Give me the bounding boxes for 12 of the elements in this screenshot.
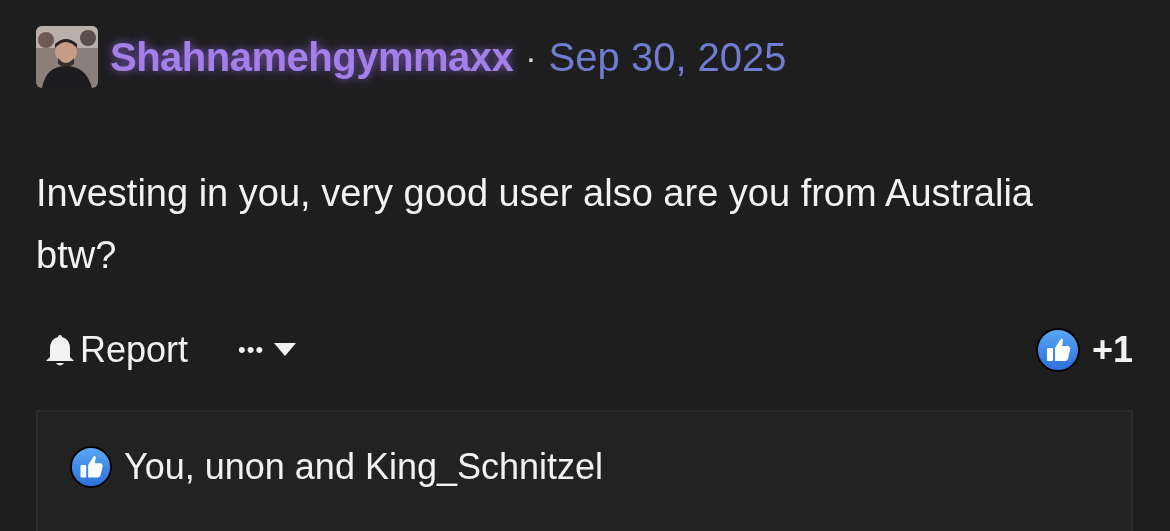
more-menu-button[interactable]: ••• [238, 337, 297, 363]
like-count: +1 [1091, 329, 1133, 371]
reactions-list[interactable]: You, unon and King_Schnitzel [124, 446, 604, 488]
post-date[interactable]: Sep 30, 2025 [548, 34, 787, 80]
separator-dot: · [525, 37, 537, 77]
bell-icon [44, 333, 76, 367]
thumbs-up-icon [70, 446, 112, 488]
caret-down-icon [274, 343, 297, 357]
post-text: Investing in you, very good user also are you from Australia btw? [36, 171, 1034, 278]
username[interactable]: Shahnamehgymmaxx [110, 34, 514, 80]
report-button[interactable]: Report [36, 329, 189, 371]
thumbs-up-icon [1035, 328, 1080, 372]
